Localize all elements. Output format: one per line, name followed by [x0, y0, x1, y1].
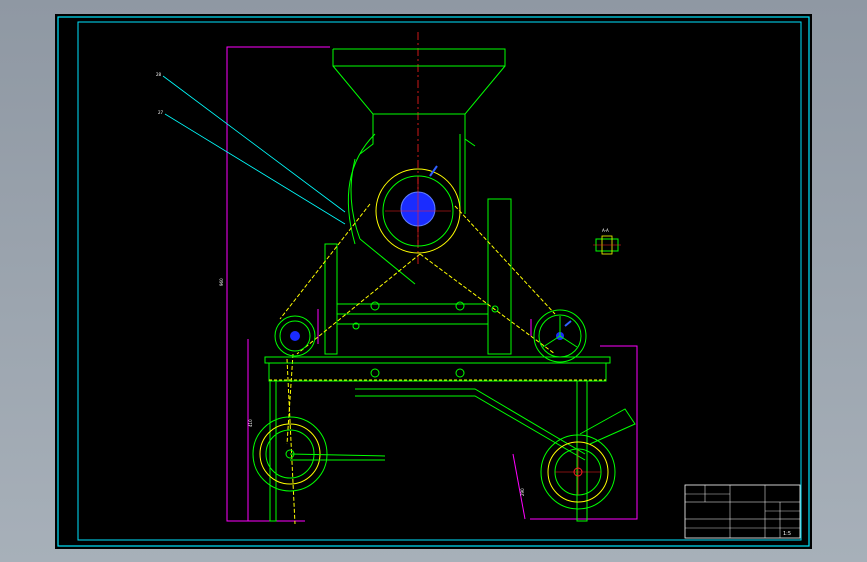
left-wheel — [252, 416, 386, 492]
rotor-assembly — [375, 165, 461, 254]
right-pulley — [533, 309, 587, 363]
title-block-scale: 1:5 — [783, 531, 791, 537]
leader-label-28: 28 — [156, 72, 162, 77]
dim-left-lower: 410 — [248, 419, 253, 427]
cad-drawing: 960 410 290 28 27 A-A 1:5 — [57, 16, 810, 547]
section-view — [593, 235, 621, 255]
right-wheel — [540, 434, 616, 510]
drawing-sheet[interactable]: 960 410 290 28 27 A-A 1:5 — [55, 14, 812, 549]
belt — [279, 203, 556, 525]
title-block: 1:5 — [684, 484, 801, 539]
leader-lines — [162, 75, 346, 225]
cad-viewport[interactable]: 960 410 290 28 27 A-A 1:5 — [0, 0, 867, 562]
bed-frame — [264, 356, 636, 522]
outer-border — [57, 16, 810, 547]
dim-overall-height: 960 — [219, 278, 224, 286]
bolt-holes — [352, 301, 499, 378]
section-label: A-A — [602, 228, 609, 233]
inner-border — [77, 21, 802, 541]
dim-right-lower: 290 — [520, 488, 525, 496]
left-pulley — [274, 315, 316, 357]
hopper — [332, 48, 506, 155]
leader-label-27: 27 — [158, 110, 164, 115]
